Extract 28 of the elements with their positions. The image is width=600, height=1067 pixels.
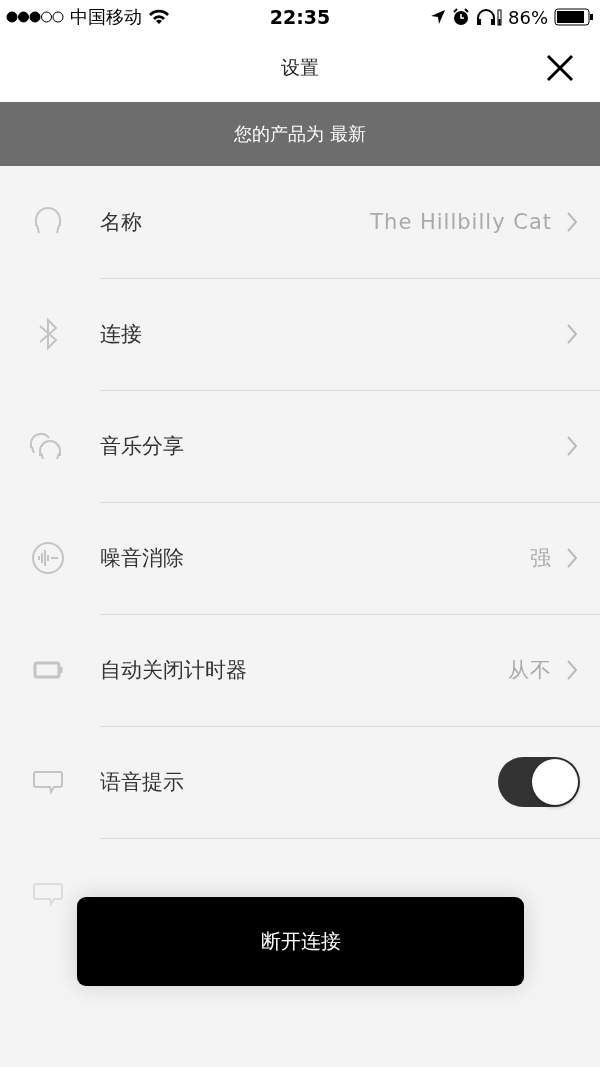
setting-value: 强 xyxy=(530,544,552,572)
disconnect-button[interactable]: 断开连接 xyxy=(77,897,524,986)
chevron-icon[interactable] xyxy=(566,546,578,569)
alarm-icon xyxy=(452,8,470,26)
setting-value: The Hillbilly Cat xyxy=(370,209,552,234)
page-title: 设置 xyxy=(281,55,319,80)
setting-label: 名称 xyxy=(100,208,143,236)
chevron-icon[interactable] xyxy=(566,210,578,233)
setting-value: 从不 xyxy=(508,656,552,684)
carrier-name: 中国移动 xyxy=(70,5,142,29)
wifi-icon xyxy=(148,9,170,25)
setting-label: 连接 xyxy=(100,320,143,348)
banner-text: 您的产品为 最新 xyxy=(234,122,366,146)
setting-label: 语音提示 xyxy=(100,768,185,796)
battery-icon xyxy=(554,8,594,26)
battery-percentage: 86% xyxy=(508,6,548,28)
chevron-icon[interactable] xyxy=(566,434,578,457)
setting-label: 音乐分享 xyxy=(100,432,185,460)
close-button[interactable] xyxy=(544,52,576,84)
clock-time: 22:35 xyxy=(269,6,331,28)
setting-label: 自动关闭计时器 xyxy=(100,656,248,684)
signal-icon xyxy=(6,11,64,23)
location-icon xyxy=(430,9,446,25)
headphones-icon xyxy=(476,8,502,26)
toggle-switch[interactable] xyxy=(498,756,580,807)
chevron-icon[interactable] xyxy=(566,322,578,345)
chevron-icon[interactable] xyxy=(566,658,578,681)
setting-label: 噪音消除 xyxy=(100,544,185,572)
